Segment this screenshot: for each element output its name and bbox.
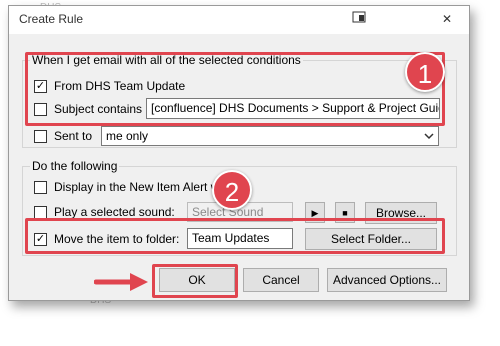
cancel-button[interactable]: Cancel (243, 268, 319, 292)
window-icon[interactable] (349, 10, 369, 28)
highlight-move-action (25, 218, 445, 254)
actions-header: Do the following (30, 159, 120, 173)
close-icon[interactable]: ✕ (437, 10, 457, 28)
dialog-title: Create Rule (19, 12, 84, 26)
advanced-options-button[interactable]: Advanced Options... (327, 268, 447, 292)
sentto-select[interactable]: me only (101, 126, 439, 146)
sentto-checkbox[interactable] (34, 130, 47, 143)
display-checkbox[interactable] (34, 181, 47, 194)
highlight-conditions (25, 52, 445, 126)
chevron-down-icon[interactable] (419, 127, 438, 145)
badge-1: 1 (405, 52, 445, 92)
sentto-value: me only (106, 129, 149, 143)
sound-label: Play a selected sound: (54, 205, 175, 219)
arrow-icon (93, 271, 150, 293)
badge-2: 2 (212, 170, 252, 210)
create-rule-dialog: Create Rule ✕ When I get email with all … (8, 5, 470, 301)
highlight-ok-button (152, 264, 238, 298)
sentto-label: Sent to (54, 129, 93, 143)
